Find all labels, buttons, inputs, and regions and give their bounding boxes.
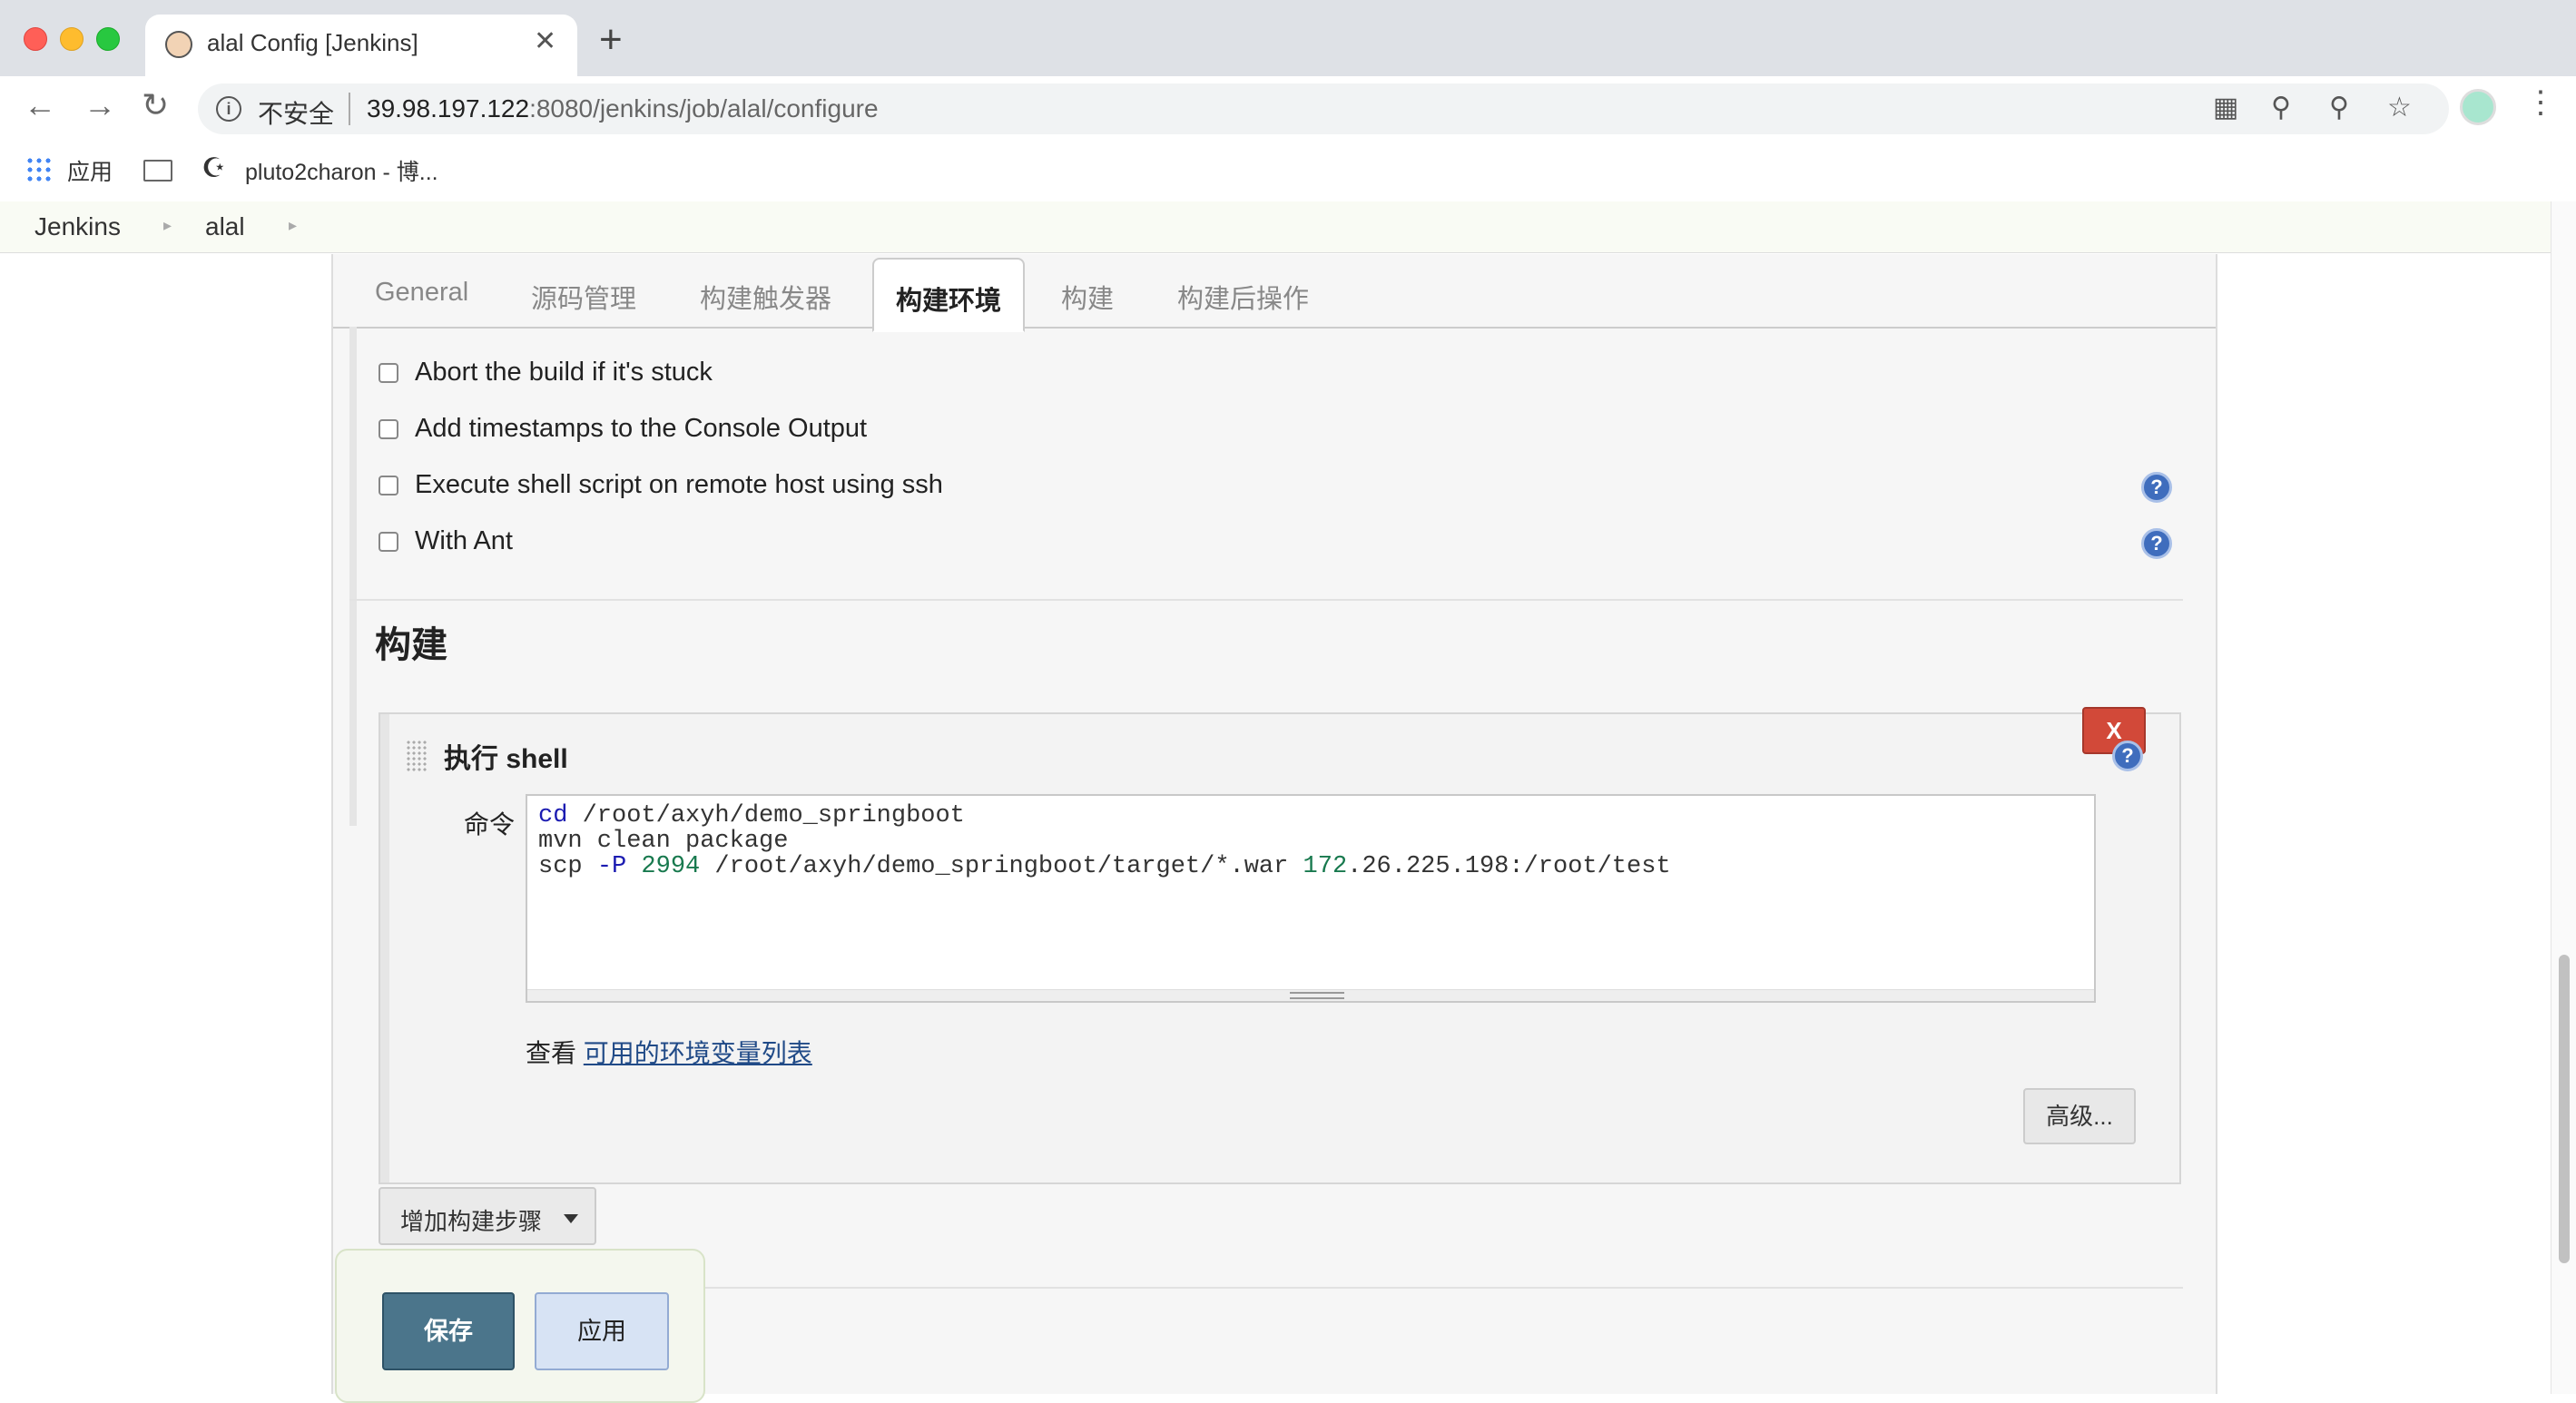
tab-close-icon[interactable]: ✕ — [534, 25, 556, 57]
timestamps-label: Add timestamps to the Console Output — [415, 414, 868, 443]
command-textarea[interactable]: cd /root/axyh/demo_springboot mvn clean … — [526, 794, 2096, 1003]
site-bookmark-icon: ☪ — [202, 153, 226, 183]
with-ant-label: With Ant — [415, 526, 513, 555]
code-line: mvn clean package — [538, 828, 789, 855]
textarea-resize-bar[interactable] — [527, 989, 2094, 1001]
breadcrumb-jenkins[interactable]: Jenkins — [34, 212, 121, 241]
site-info-icon[interactable]: i — [216, 96, 241, 122]
bookmark-star-icon[interactable]: ☆ — [2387, 94, 2412, 122]
command-label: 命令 — [464, 810, 516, 839]
build-step-shell: 执行 shell X 命令 cd /root/axyh/demo_springb… — [379, 707, 2181, 1184]
code-line: scp -P 2994 /root/axyh/demo_springboot/t… — [538, 853, 1671, 880]
tab-build[interactable]: 构建 — [1061, 278, 1114, 316]
tab-title: alal Config [Jenkins] — [207, 29, 418, 56]
bookmark-site[interactable]: pluto2charon - 博... — [245, 154, 438, 187]
breadcrumb-arrow-icon[interactable]: ▸ — [289, 216, 297, 235]
key-icon[interactable]: ⚲ — [2271, 94, 2291, 122]
browser-tab[interactable]: alal Config [Jenkins] ✕ — [145, 15, 577, 76]
tab-build-triggers[interactable]: 构建触发器 — [700, 278, 831, 316]
address-separator — [349, 93, 350, 125]
apply-button[interactable]: 应用 — [535, 1292, 669, 1370]
tab-post-build[interactable]: 构建后操作 — [1177, 278, 1309, 316]
timestamps-checkbox[interactable] — [379, 419, 398, 439]
tab-general[interactable]: General — [375, 278, 468, 308]
help-icon[interactable]: ? — [2141, 472, 2172, 503]
folder-icon[interactable] — [143, 160, 172, 182]
jenkins-favicon-icon — [165, 31, 192, 58]
url-path: :8080/jenkins/job/alal/configure — [529, 94, 879, 123]
breadcrumb-arrow-icon[interactable]: ▸ — [163, 216, 172, 235]
remote-ssh-label: Execute shell script on remote host usin… — [415, 470, 943, 499]
dropdown-caret-icon — [564, 1214, 578, 1223]
maximize-window-button[interactable] — [96, 27, 120, 51]
zoom-icon[interactable]: ⚲ — [2329, 94, 2349, 122]
forward-arrow-icon[interactable]: → — [84, 89, 116, 122]
breadcrumb-job[interactable]: alal — [205, 212, 245, 241]
section-left-rule — [349, 327, 357, 826]
browser-menu-icon[interactable]: ⋮ — [2525, 87, 2556, 118]
bookmarks-bar: 应用 ☪ pluto2charon - 博... — [0, 142, 2576, 202]
command-code: cd /root/axyh/demo_springboot mvn clean … — [538, 803, 1671, 879]
apps-grid-icon[interactable] — [25, 156, 51, 182]
minimize-window-button[interactable] — [60, 27, 84, 51]
bookmark-apps[interactable]: 应用 — [67, 154, 113, 187]
reload-icon[interactable]: ↻ — [142, 89, 169, 122]
help-icon[interactable]: ? — [2141, 528, 2172, 559]
add-build-step-button[interactable]: 增加构建步骤 — [379, 1187, 596, 1245]
add-build-step-label: 增加构建步骤 — [400, 1208, 543, 1235]
page-scrollbar[interactable] — [2551, 201, 2576, 1394]
config-panel: General 源码管理 构建触发器 构建环境 构建 构建后操作 Abort t… — [331, 254, 2217, 1394]
url-text[interactable]: 39.98.197.122:8080/jenkins/job/alal/conf… — [367, 94, 879, 123]
tab-source-management[interactable]: 源码管理 — [531, 278, 636, 316]
abort-stuck-checkbox[interactable] — [379, 363, 398, 383]
close-window-button[interactable] — [24, 27, 47, 51]
remote-ssh-checkbox[interactable] — [379, 476, 398, 495]
breadcrumb: Jenkins ▸ alal ▸ — [0, 201, 2551, 253]
new-tab-button[interactable]: + — [599, 20, 623, 60]
code-line: cd /root/axyh/demo_springboot — [538, 802, 965, 829]
insecure-label: 不安全 — [258, 100, 335, 128]
drag-handle-icon[interactable] — [406, 740, 428, 772]
env-vars-hint: 查看 可用的环境变量列表 — [526, 1034, 812, 1070]
save-button[interactable]: 保存 — [382, 1292, 515, 1370]
translate-icon[interactable]: ▦ — [2213, 94, 2238, 122]
save-apply-bar: 保存 应用 — [335, 1249, 705, 1403]
back-arrow-icon[interactable]: ← — [24, 89, 56, 122]
browser-titlebar: alal Config [Jenkins] ✕ + — [0, 0, 2576, 76]
build-section-title: 构建 — [375, 625, 447, 665]
section-divider — [349, 599, 2183, 601]
config-tabs: General 源码管理 构建触发器 构建环境 构建 构建后操作 — [333, 254, 2216, 332]
advanced-button[interactable]: 高级... — [2023, 1088, 2136, 1144]
step-title: 执行 shell — [444, 744, 568, 774]
with-ant-checkbox[interactable] — [379, 532, 398, 552]
url-host: 39.98.197.122 — [367, 94, 530, 123]
address-bar[interactable]: i 不安全 39.98.197.122:8080/jenkins/job/ala… — [198, 83, 2449, 134]
env-prefix: 查看 — [526, 1039, 577, 1067]
scrollbar-thumb[interactable] — [2559, 955, 2570, 1263]
profile-avatar[interactable] — [2460, 89, 2496, 125]
abort-stuck-label: Abort the build if it's stuck — [415, 358, 713, 387]
tab-build-environment[interactable]: 构建环境 — [872, 258, 1026, 332]
step-side-bar — [380, 714, 389, 1182]
resize-grip-icon[interactable] — [1290, 992, 1344, 999]
help-icon[interactable]: ? — [2112, 741, 2143, 771]
browser-toolbar: ← → ↻ i 不安全 39.98.197.122:8080/jenkins/j… — [0, 76, 2576, 142]
env-vars-link[interactable]: 可用的环境变量列表 — [584, 1039, 812, 1067]
